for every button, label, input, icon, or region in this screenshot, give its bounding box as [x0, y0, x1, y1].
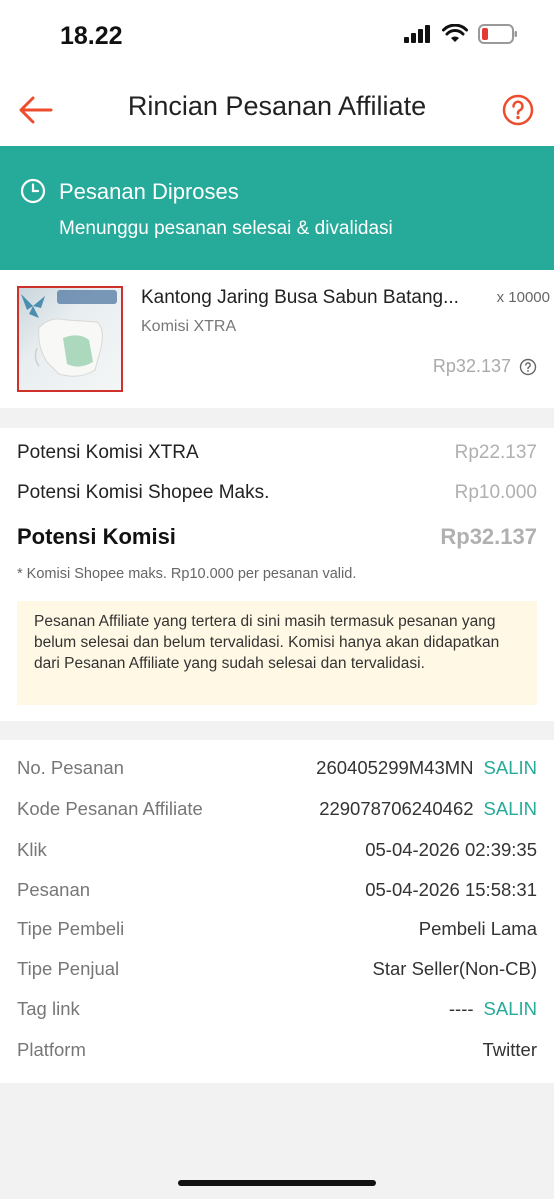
product-card[interactable]: Kantong Jaring Busa Sabun Batang... x 10…	[0, 270, 554, 408]
detail-value: Twitter	[482, 1039, 537, 1060]
detail-value: 260405299M43MN	[316, 757, 474, 778]
product-price: Rp32.137	[432, 356, 511, 376]
detail-row-click: Klik 05-04-2026 02:39:35	[17, 835, 537, 865]
order-status-banner: Pesanan Diproses Menunggu pesanan selesa…	[0, 146, 554, 270]
product-name: Kantong Jaring Busa Sabun Batang...	[141, 287, 459, 308]
status-time: 18.22	[60, 22, 123, 50]
detail-row-tag-link: Tag link ---- SALIN	[17, 994, 537, 1024]
order-status-subtitle: Menunggu pesanan selesai & divalidasi	[59, 218, 393, 239]
detail-value: 05-04-2026 15:58:31	[365, 879, 537, 900]
copy-affiliate-code-button[interactable]: SALIN	[484, 798, 537, 820]
status-icons	[404, 24, 518, 44]
order-status: Pesanan Diproses	[59, 179, 239, 204]
page-title: Rincian Pesanan Affiliate	[127, 91, 427, 121]
product-image	[17, 286, 123, 392]
order-details: No. Pesanan 260405299M43MN SALIN Kode Pe…	[0, 740, 554, 1083]
wifi-icon	[442, 24, 468, 42]
detail-row-order-time: Pesanan 05-04-2026 15:58:31	[17, 875, 537, 905]
detail-value: 229078706240462	[319, 798, 474, 819]
detail-key: Klik	[17, 839, 47, 860]
detail-key: No. Pesanan	[17, 757, 124, 778]
status-bar: 18.22	[0, 0, 554, 74]
detail-key: Tipe Penjual	[17, 958, 120, 979]
commission-total-row: Potensi Komisi Rp32.137	[17, 524, 537, 550]
detail-row-seller-type: Tipe Penjual Star Seller(Non-CB)	[17, 954, 537, 984]
detail-key: Kode Pesanan Affiliate	[17, 798, 203, 819]
product-commission-tag: Komisi XTRA	[141, 318, 237, 335]
detail-value: ----	[448, 998, 474, 1019]
detail-value: Pembeli Lama	[418, 918, 537, 939]
commission-value: Rp10.000	[454, 482, 537, 503]
detail-key: Tipe Pembeli	[17, 918, 125, 939]
commission-row: Potensi Komisi Shopee Maks. Rp10.000	[17, 482, 537, 504]
help-icon	[502, 94, 534, 126]
detail-key: Platform	[17, 1039, 86, 1060]
product-price-row: Rp32.137	[433, 356, 537, 377]
commission-total-value: Rp32.137	[440, 524, 537, 549]
detail-key: Pesanan	[17, 879, 91, 900]
detail-row-platform: Platform Twitter	[17, 1035, 537, 1065]
copy-tag-link-button[interactable]: SALIN	[484, 998, 537, 1020]
info-icon[interactable]	[519, 358, 537, 376]
commission-section: Potensi Komisi XTRA Rp22.137 Potensi Kom…	[0, 428, 554, 721]
commission-note: * Komisi Shopee maks. Rp10.000 per pesan…	[17, 566, 357, 582]
commission-value: Rp22.137	[454, 442, 537, 463]
detail-value: 05-04-2026 02:39:35	[365, 839, 537, 860]
affiliate-info-box: Pesanan Affiliate yang tertera di sini m…	[17, 601, 537, 705]
signal-icon	[404, 25, 430, 43]
app-bar: Rincian Pesanan Affiliate	[0, 74, 554, 146]
battery-icon	[478, 24, 517, 44]
product-quantity: x 10000	[496, 289, 550, 306]
commission-row: Potensi Komisi XTRA Rp22.137	[17, 442, 537, 464]
commission-label: Potensi Komisi Shopee Maks.	[17, 482, 270, 503]
home-indicator[interactable]	[178, 1180, 376, 1186]
commission-total-label: Potensi Komisi	[17, 524, 176, 549]
detail-key: Tag link	[17, 998, 80, 1019]
detail-row-order-number: No. Pesanan 260405299M43MN SALIN	[17, 753, 537, 783]
clock-icon	[20, 178, 46, 204]
detail-row-buyer-type: Tipe Pembeli Pembeli Lama	[17, 914, 537, 944]
copy-order-number-button[interactable]: SALIN	[484, 757, 537, 779]
help-button[interactable]	[498, 90, 538, 130]
detail-value: Star Seller(Non-CB)	[372, 958, 538, 979]
commission-label: Potensi Komisi XTRA	[17, 442, 199, 463]
detail-row-affiliate-code: Kode Pesanan Affiliate 229078706240462 S…	[17, 794, 537, 824]
